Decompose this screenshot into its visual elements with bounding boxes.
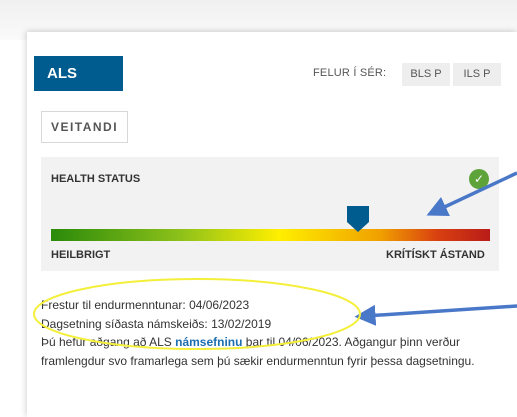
annotation-overlay — [33, 171, 517, 350]
annotation-arrow-health — [426, 171, 517, 217]
annotation-ellipse — [33, 278, 361, 350]
annotation-arrow-info — [354, 304, 517, 326]
